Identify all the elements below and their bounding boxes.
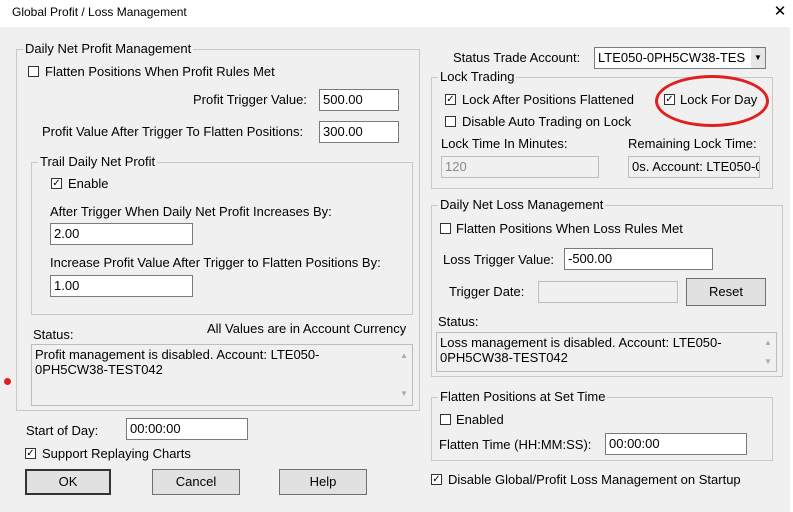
disable-on-startup-label: Disable Global/Profit Loss Management on… [448, 472, 741, 487]
trail-profit-group: Trail Daily Net Profit ✓ Enable After Tr… [31, 154, 413, 315]
window-title: Global Profit / Loss Management [12, 5, 187, 19]
lock-trading-legend: Lock Trading [438, 69, 517, 84]
currency-note: All Values are in Account Currency [207, 321, 407, 336]
profit-status-box: Profit management is disabled. Account: … [31, 344, 413, 406]
trigger-date-input[interactable] [538, 281, 678, 303]
loss-trigger-label: Loss Trigger Value: [443, 252, 555, 267]
start-of-day-input[interactable]: 00:00:00 [126, 418, 248, 440]
profit-after-trigger-input[interactable]: 300.00 [319, 121, 399, 143]
check-icon: ✓ [446, 94, 455, 105]
loss-management-group: Daily Net Loss Management Flatten Positi… [431, 197, 783, 377]
disable-on-startup-checkbox[interactable]: ✓ [431, 474, 442, 485]
remaining-lock-field: 0s. Account: LTE050-0 [628, 156, 760, 178]
disable-auto-trading-label: Disable Auto Trading on Lock [462, 114, 632, 129]
remaining-lock-label: Remaining Lock Time: [628, 136, 757, 151]
reset-button[interactable]: Reset [686, 278, 766, 306]
ok-button[interactable]: OK [25, 469, 111, 495]
help-button[interactable]: Help [279, 469, 367, 495]
scroll-down-icon[interactable]: ▼ [400, 386, 408, 401]
status-account-value: LTE050-0PH5CW38-TES [598, 50, 746, 65]
flatten-loss-label: Flatten Positions When Loss Rules Met [456, 221, 683, 236]
lock-after-flattened-label: Lock After Positions Flattened [462, 92, 634, 107]
flatten-time-enabled-label: Enabled [456, 412, 504, 427]
flatten-time-input[interactable]: 00:00:00 [605, 433, 747, 455]
dropdown-arrow-icon[interactable]: ▼ [751, 48, 765, 68]
flatten-time-label: Flatten Time (HH:MM:SS): [439, 437, 592, 452]
scroll-up-icon[interactable]: ▲ [400, 348, 408, 363]
check-icon: ✓ [26, 448, 35, 459]
flatten-profit-label: Flatten Positions When Profit Rules Met [45, 64, 275, 79]
loss-status-label: Status: [438, 314, 479, 329]
status-account-dropdown[interactable]: LTE050-0PH5CW38-TES ▼ [594, 47, 766, 69]
support-replay-checkbox[interactable]: ✓ [25, 448, 36, 459]
red-marker-dot [4, 378, 11, 385]
close-icon[interactable]: ✕ [770, 2, 790, 22]
trail-profit-legend: Trail Daily Net Profit [38, 154, 158, 169]
loss-status-box: Loss management is disabled. Account: LT… [436, 332, 777, 372]
loss-status-text: Loss management is disabled. Account: LT… [440, 335, 722, 365]
trail-flatten-by-input[interactable]: 1.00 [50, 275, 193, 297]
trail-flatten-by-label: Increase Profit Value After Trigger to F… [50, 255, 381, 270]
trail-increase-label: After Trigger When Daily Net Profit Incr… [50, 204, 332, 219]
profit-trigger-label: Profit Trigger Value: [193, 92, 307, 107]
profit-trigger-input[interactable]: 500.00 [319, 89, 399, 111]
loss-management-legend: Daily Net Loss Management [438, 197, 606, 212]
flatten-time-legend: Flatten Positions at Set Time [438, 389, 608, 404]
loss-status-scrollbar[interactable]: ▲ ▼ [760, 333, 776, 371]
cancel-button[interactable]: Cancel [152, 469, 240, 495]
lock-time-label: Lock Time In Minutes: [441, 136, 568, 151]
profit-after-trigger-label: Profit Value After Trigger To Flatten Po… [42, 124, 304, 139]
flatten-loss-checkbox[interactable] [440, 223, 451, 234]
trail-increase-input[interactable]: 2.00 [50, 223, 193, 245]
scroll-up-icon[interactable]: ▲ [764, 335, 772, 350]
support-replay-label: Support Replaying Charts [42, 446, 191, 461]
disable-auto-trading-checkbox[interactable] [445, 116, 456, 127]
profit-status-scrollbar[interactable]: ▲ ▼ [396, 345, 412, 405]
trail-enable-label: Enable [68, 176, 109, 191]
flatten-time-group: Flatten Positions at Set Time Enabled Fl… [431, 389, 773, 461]
check-icon: ✓ [52, 178, 61, 189]
scroll-down-icon[interactable]: ▼ [764, 354, 772, 369]
flatten-profit-checkbox[interactable] [28, 66, 39, 77]
profit-management-legend: Daily Net Profit Management [23, 41, 194, 56]
profit-status-text: Profit management is disabled. Account: … [35, 347, 320, 377]
profit-status-label: Status: [33, 327, 74, 342]
lock-after-flattened-checkbox[interactable]: ✓ [445, 94, 456, 105]
profit-management-group: Daily Net Profit Management Flatten Posi… [16, 41, 420, 411]
check-icon: ✓ [432, 474, 441, 485]
lock-time-input[interactable]: 120 [441, 156, 599, 178]
trail-enable-checkbox[interactable]: ✓ [51, 178, 62, 189]
status-account-label: Status Trade Account: [453, 50, 581, 65]
trigger-date-label: Trigger Date: [449, 284, 525, 299]
flatten-time-enabled-checkbox[interactable] [440, 414, 451, 425]
start-of-day-label: Start of Day: [26, 423, 99, 438]
highlight-circle [655, 75, 769, 127]
loss-trigger-input[interactable]: -500.00 [564, 248, 713, 270]
